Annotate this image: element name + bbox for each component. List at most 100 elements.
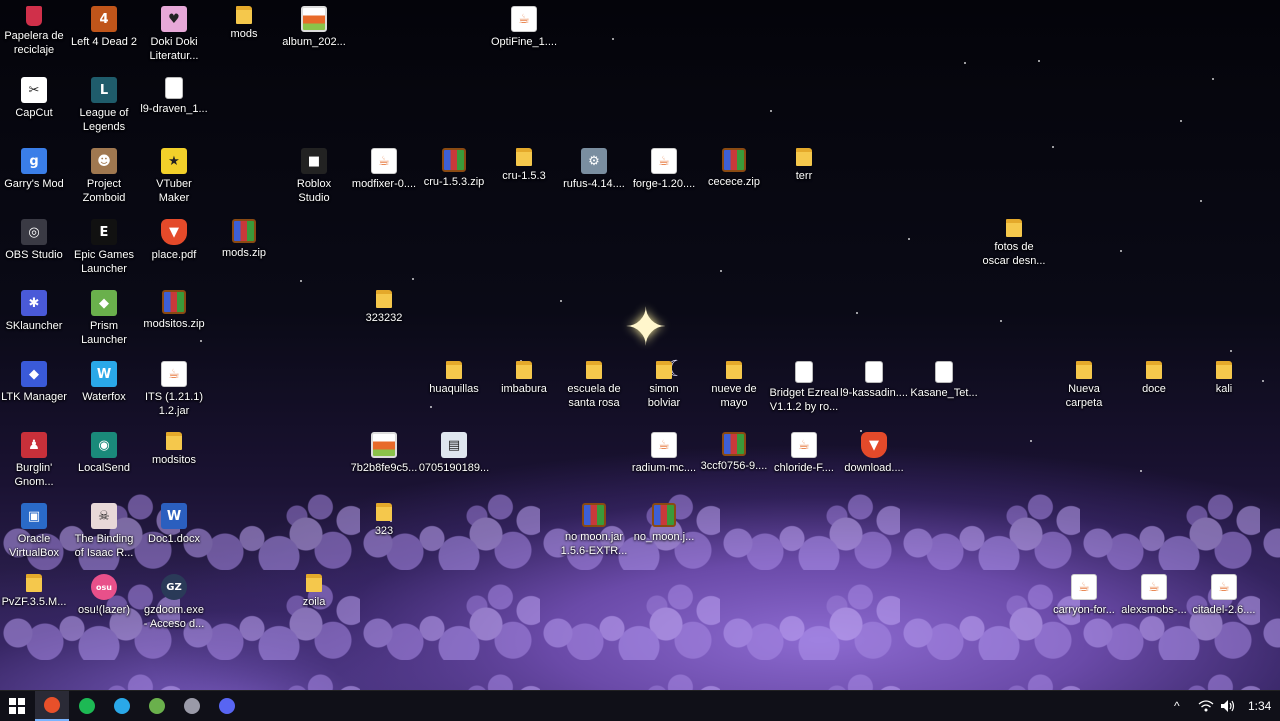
- desktop-icon-label: Left 4 Dead 2: [70, 36, 138, 48]
- desktop-icon[interactable]: cru-1.5.3: [488, 142, 560, 183]
- desktop-icon[interactable]: W Waterfox: [68, 355, 140, 404]
- desktop-icon[interactable]: PvZF.3.5.M...: [0, 568, 70, 609]
- desktop-icon[interactable]: ☕ ITS (1.21.1) 1.2.jar: [138, 355, 210, 418]
- desktop-icon[interactable]: mods: [208, 0, 280, 41]
- desktop-icon-label: chloride-F....: [774, 462, 834, 474]
- desktop-icon[interactable]: ▤ 0705190189...: [418, 426, 490, 475]
- desktop-icon-label: gzdoom.exe - Acceso d...: [143, 604, 205, 630]
- desktop-icon[interactable]: terr: [768, 142, 840, 183]
- desktop-icon[interactable]: modsitos.zip: [138, 284, 210, 331]
- discord-icon[interactable]: [210, 691, 244, 721]
- zip-archive-icon: [442, 148, 466, 172]
- desktop-icon[interactable]: album_202...: [278, 0, 350, 49]
- desktop-icon[interactable]: ▼ download....: [838, 426, 910, 475]
- desktop-icon[interactable]: ★ VTuber Maker: [138, 142, 210, 205]
- obs-studio-icon[interactable]: [175, 691, 209, 721]
- desktop-icon[interactable]: ✱ SKlauncher: [0, 284, 70, 333]
- desktop-icon[interactable]: cecece.zip: [698, 142, 770, 189]
- desktop-icon[interactable]: ▣ Oracle VirtualBox: [0, 497, 70, 560]
- desktop-icon[interactable]: mods.zip: [208, 213, 280, 260]
- desktop-icon[interactable]: ◆ LTK Manager: [0, 355, 70, 404]
- desktop-icon[interactable]: ☕ radium-mc....: [628, 426, 700, 475]
- desktop-icon[interactable]: l9-kassadin....: [838, 355, 910, 400]
- desktop-icon[interactable]: ✂ CapCut: [0, 71, 70, 120]
- desktop-icon[interactable]: Bridget Ezreal V1.1.2 by ro...: [768, 355, 840, 414]
- desktop-icon[interactable]: ☕ citadel-2.6....: [1188, 568, 1260, 617]
- desktop-icon[interactable]: 323232: [348, 284, 420, 325]
- desktop-icon[interactable]: Nueva carpeta: [1048, 355, 1120, 410]
- volume-icon[interactable]: [1220, 691, 1236, 721]
- desktop-icon[interactable]: osu osu!(lazer): [68, 568, 140, 617]
- wifi-icon[interactable]: [1198, 691, 1214, 721]
- desktop-icon[interactable]: doce: [1118, 355, 1190, 396]
- desktop-icon[interactable]: ☕ alexsmobs-...: [1118, 568, 1190, 617]
- desktop-icon[interactable]: g Garry's Mod: [0, 142, 70, 191]
- desktop-icon[interactable]: W Doc1.docx: [138, 497, 210, 546]
- desktop-icon[interactable]: ☕ chloride-F....: [768, 426, 840, 475]
- zip-archive-icon: [722, 148, 746, 172]
- desktop-icon[interactable]: 7b2b8fe9c5...: [348, 426, 420, 475]
- desktop-icon[interactable]: ♥ Doki Doki Literatur...: [138, 0, 210, 63]
- waterfox-icon[interactable]: [105, 691, 139, 721]
- desktop-icon[interactable]: ☕ forge-1.20....: [628, 142, 700, 191]
- desktop-icon[interactable]: imbabura: [488, 355, 560, 396]
- roblox-studio-icon: ■: [301, 148, 327, 174]
- desktop-icon-label: imbabura: [501, 383, 547, 395]
- desktop-icon[interactable]: fotos de oscar desn...: [978, 213, 1050, 268]
- desktop-icon[interactable]: ☻ Project Zomboid: [68, 142, 140, 205]
- star-decoration: [1140, 470, 1142, 472]
- ltk-manager-icon: ◆: [21, 361, 47, 387]
- desktop-icon[interactable]: escuela de santa rosa: [558, 355, 630, 410]
- desktop-icon[interactable]: no moon.jar 1.5.6-EXTR...: [558, 497, 630, 558]
- desktop-icon[interactable]: ◎ OBS Studio: [0, 213, 70, 262]
- desktop-icon[interactable]: ▼ place.pdf: [138, 213, 210, 262]
- brave-icon[interactable]: [35, 691, 69, 721]
- desktop-icon-label: modfixer-0....: [351, 178, 417, 190]
- desktop-icon[interactable]: cru-1.5.3.zip: [418, 142, 490, 189]
- desktop-icon-label: citadel-2.6....: [1192, 604, 1256, 616]
- desktop-icon[interactable]: 4 Left 4 Dead 2: [68, 0, 140, 49]
- desktop-icon[interactable]: 323: [348, 497, 420, 538]
- desktop-icon[interactable]: L League of Legends: [68, 71, 140, 134]
- desktop-icon[interactable]: ◉ LocalSend: [68, 426, 140, 475]
- document-icon: [165, 77, 183, 99]
- desktop-icon-label: Burglin' Gnom...: [14, 462, 54, 488]
- desktop-icon[interactable]: ■ Roblox Studio: [278, 142, 350, 205]
- clock[interactable]: 1:34: [1248, 691, 1271, 721]
- desktop-icon-label: doce: [1142, 383, 1166, 395]
- desktop-icon-label: zoila: [302, 596, 326, 608]
- desktop-icon[interactable]: Kasane_Tet...: [908, 355, 980, 400]
- zip-archive-icon: [722, 432, 746, 456]
- desktop-icon[interactable]: GZ gzdoom.exe - Acceso d...: [138, 568, 210, 631]
- folder-icon: [796, 148, 812, 166]
- desktop-icon[interactable]: 3ccf0756-9....: [698, 426, 770, 473]
- desktop-icon[interactable]: ☠ The Binding of Isaac R...: [68, 497, 140, 560]
- star-decoration: [856, 312, 858, 314]
- desktop-icon[interactable]: huaquillas: [418, 355, 490, 396]
- desktop-icon[interactable]: ⚙ rufus-4.14....: [558, 142, 630, 191]
- desktop-icon[interactable]: l9-draven_1...: [138, 71, 210, 116]
- windows-start-icon[interactable]: [0, 691, 34, 721]
- desktop-icon[interactable]: nueve de mayo: [698, 355, 770, 410]
- desktop-icon[interactable]: zoila: [278, 568, 350, 609]
- tray-chevron-icon[interactable]: ^: [1174, 691, 1180, 721]
- zip-archive-icon: [232, 219, 256, 243]
- desktop-icon-label: SKlauncher: [5, 320, 63, 332]
- prism-launcher-icon[interactable]: [140, 691, 174, 721]
- spotify-icon[interactable]: [70, 691, 104, 721]
- desktop-icon[interactable]: E Epic Games Launcher: [68, 213, 140, 276]
- java-file-icon: ☕: [1211, 574, 1237, 600]
- desktop-icon[interactable]: kali: [1188, 355, 1260, 396]
- desktop-icon[interactable]: ☕ carryon-for...: [1048, 568, 1120, 617]
- desktop-icon[interactable]: modsitos: [138, 426, 210, 467]
- folder-icon: [586, 361, 602, 379]
- brave-icon-glyph: [44, 697, 60, 713]
- desktop-icon[interactable]: ☕ OptiFine_1....: [488, 0, 560, 49]
- desktop-icon[interactable]: ◆ Prism Launcher: [68, 284, 140, 347]
- desktop-icon[interactable]: ♟ Burglin' Gnom...: [0, 426, 70, 489]
- desktop-icon[interactable]: ☕ modfixer-0....: [348, 142, 420, 191]
- desktop-icon[interactable]: simon bolviar: [628, 355, 700, 410]
- folder-icon: [1146, 361, 1162, 379]
- desktop-icon[interactable]: no_moon.j...: [628, 497, 700, 544]
- desktop-icon[interactable]: Papelera de reciclaje: [0, 0, 70, 57]
